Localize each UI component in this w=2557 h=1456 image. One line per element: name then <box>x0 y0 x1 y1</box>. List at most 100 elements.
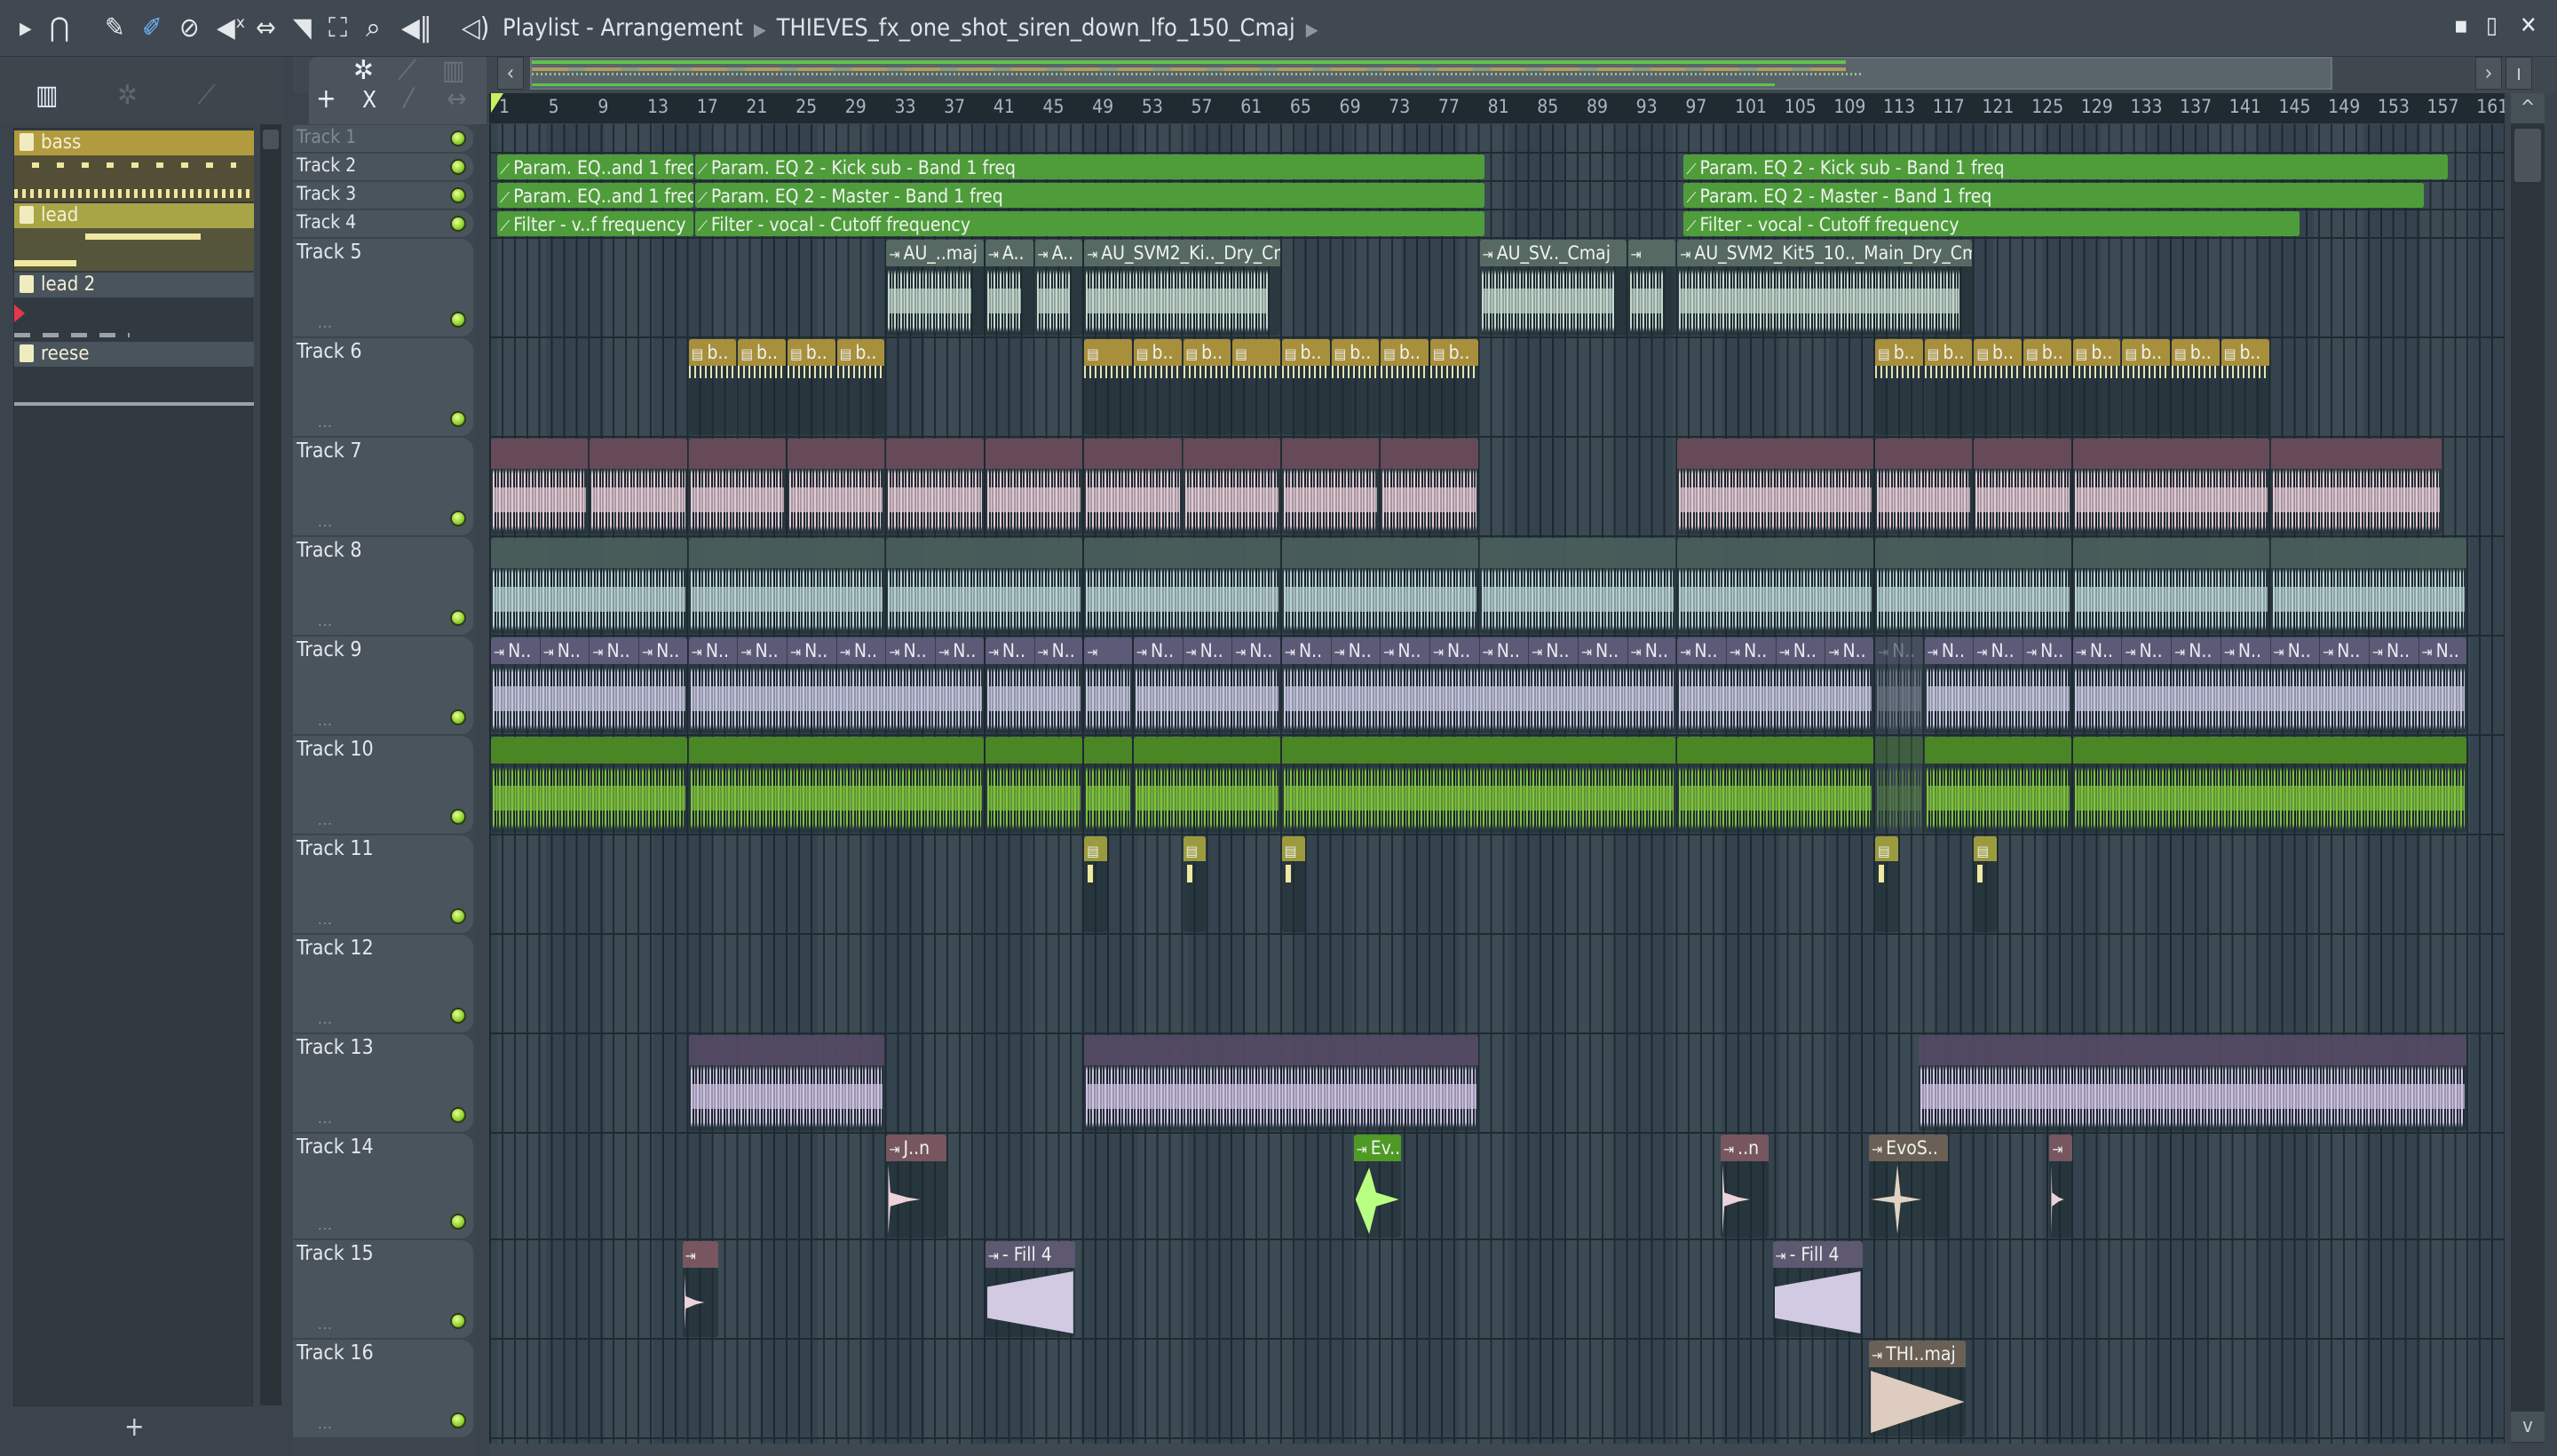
clip-header[interactable]: ▤ b.. <box>2072 339 2121 366</box>
clip[interactable]: ▤ <box>1974 836 1998 932</box>
clip-header[interactable]: ▤ b.. <box>1875 339 1923 366</box>
clip-header[interactable]: ⇥ N.. <box>1281 637 1332 664</box>
clip-header[interactable]: ⇥ N.. <box>2369 637 2419 664</box>
track-header[interactable]: Track 12... <box>293 935 473 1033</box>
clip-header[interactable]: ▤ <box>1875 836 1898 861</box>
clip-header[interactable]: ⇥ N.. <box>788 637 837 664</box>
pattern-item-reese[interactable]: reese <box>14 342 254 411</box>
clip-header[interactable]: ⇥ AU_SVM2_Kit5_10.._Main_Dry_Cmaj <box>1677 240 1973 266</box>
track-options-icon[interactable]: ... <box>318 811 333 828</box>
clip[interactable]: ⇥ N.. ⇥ N.. ⇥ N.. ⇥ N.. <box>491 637 687 733</box>
clip[interactable] <box>1918 1035 2467 1131</box>
clip-header[interactable]: ⟋ Param. EQ 2 - Master - Band 1 freq <box>694 183 1484 208</box>
clip-header[interactable] <box>1183 439 1280 469</box>
clip-header[interactable]: ⇥ N.. <box>1825 637 1874 664</box>
clip[interactable]: ▤ <box>1875 836 1898 932</box>
clip[interactable] <box>491 439 589 534</box>
clip-header[interactable] <box>2270 439 2442 469</box>
scroll-left-button[interactable]: ‹ <box>497 57 524 90</box>
clip[interactable] <box>2270 439 2442 534</box>
draw-pencil-icon[interactable]: ✎ <box>105 11 125 46</box>
paint-brush-icon[interactable]: ✐ <box>142 11 162 46</box>
clip-header[interactable]: ⇥ N.. <box>1578 637 1628 664</box>
bar-ruler[interactable]: 1 5 9 13 17 21 25 29 33 37 41 45 49 53 57 61 65 69 73 77 81 8… <box>489 93 2505 123</box>
track-header[interactable]: Track 16... <box>293 1340 473 1438</box>
clip-header[interactable]: ▤ b.. <box>1429 339 1478 366</box>
select-icon[interactable]: ⛶ <box>329 11 347 46</box>
track-header[interactable]: Track 6... <box>293 338 473 437</box>
piano-icon[interactable]: ▥ <box>442 55 465 86</box>
clip[interactable] <box>788 439 885 534</box>
track-mute-led[interactable] <box>450 1313 466 1329</box>
clip[interactable] <box>1875 538 2071 634</box>
clip[interactable] <box>1974 439 2071 534</box>
clip-header[interactable] <box>1918 1035 2467 1065</box>
clip[interactable]: ⇥ A.. <box>1034 240 1083 336</box>
clip[interactable] <box>985 439 1083 534</box>
clip-header[interactable]: ⇥ N.. <box>1627 637 1676 664</box>
clip[interactable]: ⇥ - Fill 4 <box>1772 1241 1863 1337</box>
clip[interactable]: ▤ b.. <box>2023 339 2071 435</box>
clip-header[interactable]: ⇥ N.. <box>1727 637 1777 664</box>
track-options-icon[interactable]: ... <box>318 712 333 729</box>
clip-header[interactable]: ⇥ N.. <box>2172 637 2221 664</box>
clip[interactable]: ⟋ Param. EQ 2 - Master - Band 1 freq <box>1683 183 2424 208</box>
picker-scrollbar[interactable] <box>260 124 281 1405</box>
clip[interactable] <box>1677 439 1874 534</box>
clip-header[interactable]: ▤ b.. <box>1331 339 1380 366</box>
clip[interactable]: ⇥ J..n <box>886 1135 947 1238</box>
clip-header[interactable]: ⇥ N.. <box>2122 637 2173 664</box>
clip-header[interactable] <box>1281 439 1380 469</box>
clip-header[interactable] <box>886 439 984 469</box>
clip-header[interactable]: ⇥ N.. <box>1677 637 1728 664</box>
clip[interactable] <box>1677 737 1874 833</box>
clip-header[interactable]: ▤ b.. <box>1924 339 1973 366</box>
clip[interactable] <box>2072 439 2269 534</box>
clip[interactable] <box>1479 538 1676 634</box>
clip-header[interactable]: ⇥ <box>1627 240 1676 266</box>
track-mute-led[interactable] <box>450 510 466 526</box>
clip[interactable]: ⇥ <box>1084 637 1132 733</box>
clip[interactable] <box>1084 737 1132 833</box>
clip-header[interactable]: ⇥AU_SVM2_Ki.._Dry_Cmaj <box>1084 240 1280 266</box>
clip[interactable] <box>1084 1035 1478 1131</box>
clip-header[interactable]: ⇥ Ev.. <box>1353 1135 1402 1161</box>
clip[interactable]: ⇥ N.. ⇥ N.. ⇥ N.. <box>1133 637 1280 733</box>
track-mute-led[interactable] <box>450 709 466 725</box>
clip[interactable] <box>1281 538 1478 634</box>
clip-header[interactable]: ⇥ N.. <box>1974 637 2024 664</box>
clip-header[interactable]: ⇥ N.. <box>1479 637 1530 664</box>
clip-header[interactable]: ⇥ A.. <box>985 240 1033 266</box>
clip[interactable]: ⟋ Param. EQ..and 1 freq <box>497 154 693 179</box>
clip-header[interactable]: ⟋ Param. EQ..and 1 freq <box>497 183 693 208</box>
clip-header[interactable] <box>1924 737 2071 764</box>
clip-header[interactable]: ▤ b.. <box>1381 339 1429 366</box>
clip-header[interactable]: ▤ <box>1974 836 1998 861</box>
clip[interactable]: ▤ b.. <box>788 339 835 435</box>
clip[interactable] <box>688 737 984 833</box>
clip[interactable] <box>1381 439 1478 534</box>
clip-header[interactable]: ▤ b.. <box>1974 339 2023 366</box>
clip-header[interactable]: ⇥ N.. <box>639 637 687 664</box>
clip[interactable]: ⟋ Param. EQ..and 1 freq <box>497 183 693 208</box>
clip-header[interactable]: ▤ <box>1084 836 1108 861</box>
clip-header[interactable] <box>1133 737 1280 764</box>
clip[interactable] <box>491 538 687 634</box>
slice-icon[interactable]: ◥ <box>293 11 312 46</box>
slip-icon[interactable]: ⇔ <box>256 11 276 46</box>
clip-header[interactable]: ⇥ N.. <box>1034 637 1083 664</box>
clip-header[interactable]: ⇥ N.. <box>688 637 739 664</box>
clip[interactable]: ▤ b.. <box>2172 339 2220 435</box>
clip-header[interactable]: ⇥ <box>2049 1135 2073 1161</box>
clip-header[interactable]: ⇥ N.. <box>1331 637 1381 664</box>
clip-header[interactable] <box>1281 737 1676 764</box>
clip-header[interactable]: ▤ b.. <box>1133 339 1182 366</box>
clip-header[interactable] <box>985 737 1083 764</box>
clip[interactable]: ⇥ EvoS.. <box>1869 1135 1948 1238</box>
track-options-icon[interactable]: ... <box>318 911 333 928</box>
clip[interactable]: ⇥ AU_..maj <box>886 240 984 336</box>
clip[interactable]: ▤ <box>1084 836 1108 932</box>
clip-header[interactable]: ▤ b.. <box>2023 339 2071 366</box>
vertical-scrollbar[interactable] <box>2511 93 2545 1443</box>
maximize-button[interactable]: ▯ <box>2486 12 2498 39</box>
